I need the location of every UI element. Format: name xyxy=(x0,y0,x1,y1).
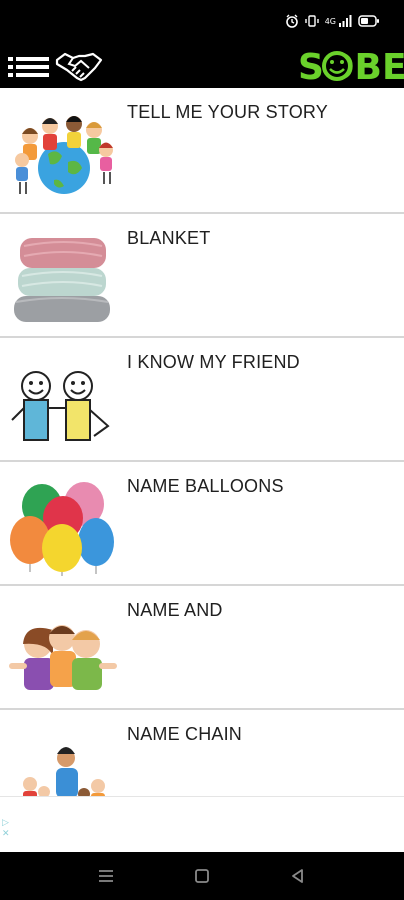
list-item[interactable]: TELL ME YOUR STORY xyxy=(0,88,404,214)
item-title: BLANKET xyxy=(127,228,211,248)
ad-choices-icon[interactable]: ▷ ✕ xyxy=(2,817,10,839)
back-icon xyxy=(292,869,303,883)
menu-button[interactable] xyxy=(8,56,50,78)
list-item[interactable]: NAME CHAIN xyxy=(0,710,404,796)
battery-icon xyxy=(358,15,379,27)
alarm-icon xyxy=(285,14,298,28)
item-title: NAME BALLOONS xyxy=(127,476,284,496)
list-item[interactable]: I KNOW MY FRIEND xyxy=(0,338,404,462)
recents-button[interactable] xyxy=(96,866,116,886)
menu-icon xyxy=(8,57,49,77)
sobe-logo: SOBE xyxy=(298,47,404,88)
two-stick-friends-image xyxy=(11,371,110,441)
vibrate-icon xyxy=(305,15,319,27)
home-button[interactable] xyxy=(192,866,212,886)
home-icon xyxy=(195,869,209,883)
recents-icon xyxy=(99,870,113,882)
item-title: NAME AND xyxy=(127,600,223,620)
signal-icon xyxy=(339,15,352,27)
system-nav-bar xyxy=(0,852,404,900)
three-kids-thumbs-up-image xyxy=(9,625,117,690)
status-bar: 4G xyxy=(0,0,404,44)
list-item[interactable]: NAME AND xyxy=(0,586,404,710)
children-around-globe-image xyxy=(15,116,113,194)
colorful-balloons-image xyxy=(10,482,114,576)
item-title: TELL ME YOUR STORY xyxy=(127,102,328,122)
game-list: TELL ME YOUR STORY BLANKET I KNOW MY FRI… xyxy=(0,88,404,796)
signal-text: 4G xyxy=(324,16,336,26)
ad-banner[interactable]: ▷ ✕ xyxy=(0,796,404,853)
list-item[interactable]: BLANKET xyxy=(0,214,404,338)
item-title: NAME CHAIN xyxy=(127,724,243,744)
app-bar: SOBE xyxy=(0,44,404,88)
item-title: I KNOW MY FRIEND xyxy=(127,352,300,372)
folded-blankets-image xyxy=(14,238,110,322)
back-button[interactable] xyxy=(288,866,308,886)
list-item[interactable]: NAME BALLOONS xyxy=(0,462,404,586)
handshake-button[interactable] xyxy=(55,50,103,82)
kids-circle-with-teacher-image xyxy=(23,747,105,796)
handshake-icon xyxy=(55,52,103,82)
